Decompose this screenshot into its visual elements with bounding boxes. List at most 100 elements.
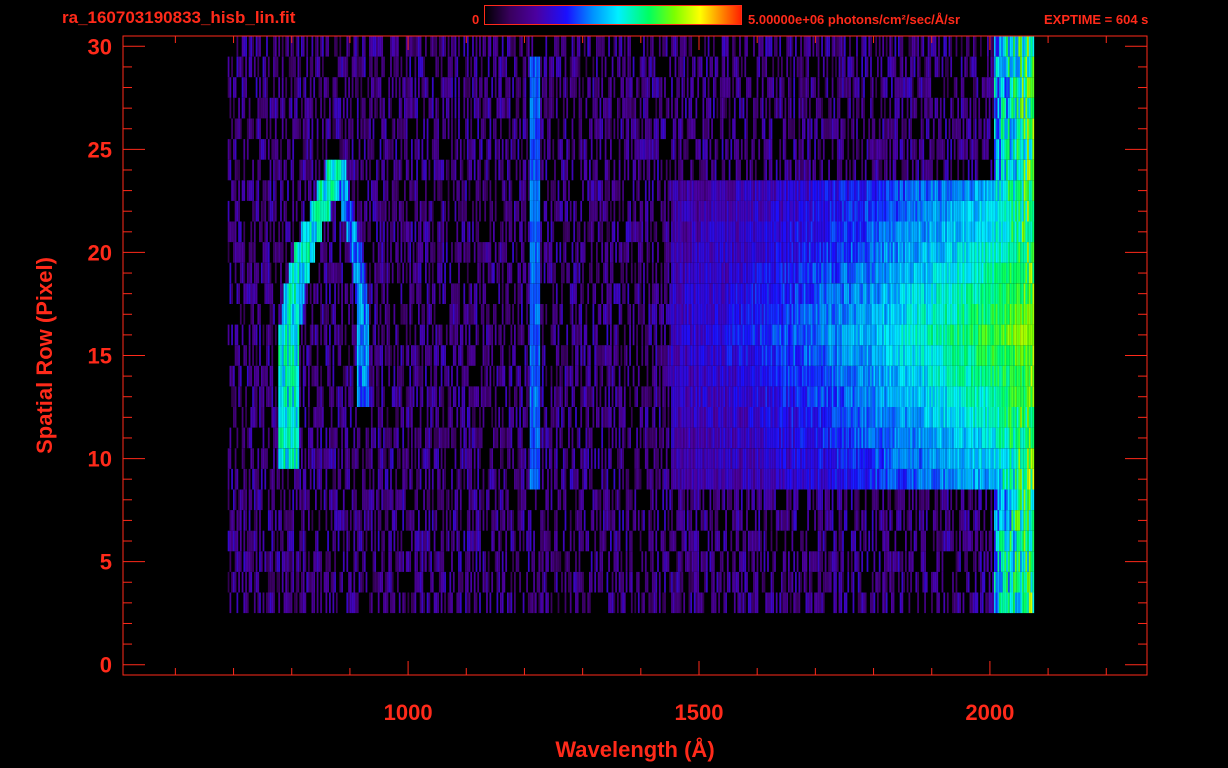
- heatmap-cell: [723, 365, 726, 387]
- heatmap-cell: [431, 283, 434, 304]
- heatmap-cell: [259, 510, 261, 531]
- heatmap-cell: [875, 510, 878, 531]
- heatmap-cell: [283, 592, 286, 614]
- heatmap-cell: [603, 489, 605, 511]
- heatmap-cell: [786, 427, 789, 449]
- heatmap-cell: [1023, 468, 1026, 490]
- heatmap-cell: [838, 386, 841, 407]
- heatmap-cell: [484, 365, 487, 387]
- heatmap-cell: [280, 304, 282, 325]
- heatmap-cell: [388, 551, 391, 572]
- heatmap-cell: [590, 510, 593, 531]
- heatmap-cell: [685, 407, 687, 428]
- heatmap-cell: [255, 510, 258, 531]
- heatmap-cell: [843, 468, 846, 490]
- heatmap-cell: [718, 407, 720, 428]
- heatmap-cell: [952, 304, 954, 325]
- heatmap-cell: [711, 283, 713, 304]
- heatmap-cell: [796, 407, 799, 428]
- heatmap-cell: [938, 468, 940, 490]
- heatmap-cell: [920, 448, 923, 469]
- heatmap-cell: [501, 551, 504, 572]
- heatmap-cell: [967, 448, 970, 469]
- heatmap-cell: [918, 407, 921, 428]
- heatmap-cell: [964, 345, 967, 366]
- heatmap-cell: [899, 468, 902, 490]
- heatmap-cell: [713, 551, 715, 572]
- heatmap-cell: [950, 304, 953, 325]
- heatmap-cell: [470, 283, 473, 304]
- heatmap-cell: [985, 448, 988, 469]
- heatmap-cell: [411, 592, 413, 614]
- heatmap-cell: [510, 510, 513, 531]
- heatmap-cell: [493, 510, 495, 531]
- heatmap-cell: [578, 489, 581, 511]
- heatmap-cell: [999, 448, 1001, 469]
- heatmap-cell: [1002, 324, 1005, 346]
- heatmap-cell: [407, 551, 410, 572]
- heatmap-cell: [507, 304, 509, 325]
- heatmap-cell: [610, 510, 612, 531]
- heatmap-cell: [803, 468, 806, 490]
- heatmap-cell: [854, 448, 857, 469]
- heatmap-cell: [870, 592, 872, 614]
- heatmap-cell: [983, 345, 986, 366]
- heatmap-cell: [514, 324, 516, 346]
- heatmap-cell: [349, 571, 352, 593]
- heatmap-cell: [774, 468, 776, 490]
- heatmap-cell: [337, 530, 340, 552]
- heatmap-cell: [805, 427, 808, 449]
- heatmap-cell: [884, 427, 886, 449]
- heatmap-cell: [955, 365, 958, 387]
- heatmap-cell: [533, 592, 535, 614]
- heatmap-cell: [760, 345, 762, 366]
- heatmap-cell: [812, 304, 815, 325]
- heatmap-cell: [716, 386, 719, 407]
- heatmap-cell: [966, 407, 968, 428]
- heatmap-cell: [344, 386, 347, 407]
- heatmap-cell: [597, 407, 600, 428]
- heatmap-cell: [316, 427, 319, 449]
- heatmap-cell: [969, 427, 972, 449]
- heatmap-cell: [281, 468, 284, 490]
- heatmap-cell: [789, 468, 792, 490]
- heatmap-cell: [753, 489, 755, 511]
- heatmap-cell: [800, 468, 802, 490]
- heatmap-cell: [995, 407, 998, 428]
- heatmap-cell: [842, 530, 844, 552]
- heatmap-cell: [302, 386, 305, 407]
- heatmap-cell: [1028, 304, 1031, 325]
- heatmap-cell: [540, 510, 542, 531]
- heatmap-cell: [931, 304, 933, 325]
- heatmap-cell: [442, 427, 445, 449]
- heatmap-cell: [501, 571, 504, 593]
- heatmap-cell: [269, 365, 272, 387]
- heatmap-cell: [1002, 427, 1005, 449]
- heatmap-cell: [524, 345, 527, 366]
- heatmap-cell: [397, 386, 399, 407]
- heatmap-cell: [676, 571, 679, 593]
- heatmap-cell: [363, 324, 366, 346]
- heatmap-cell: [569, 571, 572, 593]
- heatmap-cell: [833, 592, 836, 614]
- heatmap-cell: [686, 468, 689, 490]
- heatmap-cell: [431, 386, 434, 407]
- heatmap-cell: [699, 489, 701, 511]
- heatmap-cell: [1025, 592, 1028, 614]
- heatmap-cell: [479, 489, 481, 511]
- heatmap-cell: [564, 571, 567, 593]
- heatmap-cell: [821, 468, 823, 490]
- heatmap-cell: [362, 324, 364, 346]
- heatmap-cell: [692, 530, 694, 552]
- heatmap-cell: [515, 468, 518, 490]
- heatmap-cell: [625, 530, 628, 552]
- heatmap-cell: [575, 407, 577, 428]
- heatmap-cell: [390, 592, 392, 614]
- heatmap-cell: [657, 283, 659, 304]
- heatmap-cell: [812, 489, 815, 511]
- heatmap-cell: [932, 448, 935, 469]
- heatmap-cell: [843, 489, 846, 511]
- heatmap-cell: [913, 324, 916, 346]
- heatmap-cell: [514, 571, 516, 593]
- heatmap-cell: [957, 324, 960, 346]
